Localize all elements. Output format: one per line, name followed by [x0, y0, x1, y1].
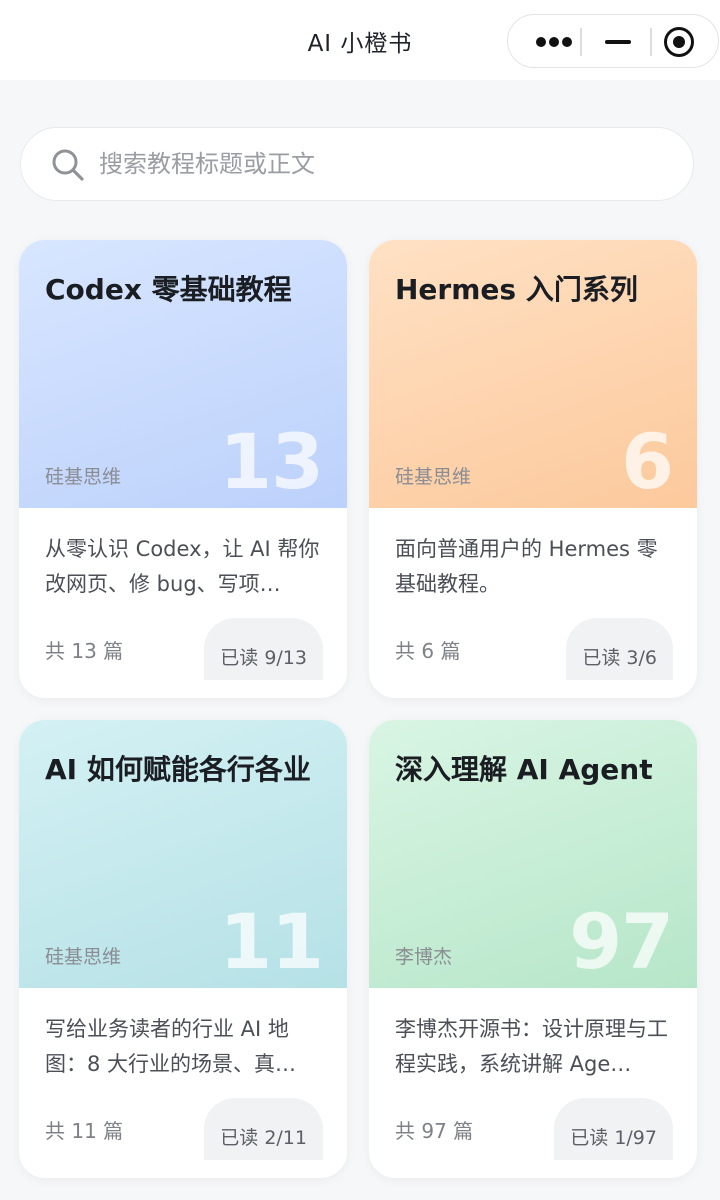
tutorial-card[interactable]: Hermes 入门系列 硅基思维 6 面向普通用户的 Hermes 零基础教程。…: [369, 240, 697, 698]
card-author: 硅基思维: [45, 466, 122, 488]
read-progress-badge: 已读 9/13: [204, 618, 323, 680]
search-bar[interactable]: [20, 127, 694, 201]
card-article-count: 共 13 篇: [45, 639, 124, 663]
tutorial-card[interactable]: AI 如何赋能各行各业 硅基思维 11 写给业务读者的行业 AI 地图：8 大行…: [19, 720, 347, 1178]
card-article-count: 共 6 篇: [395, 639, 461, 663]
card-title: 深入理解 AI Agent: [395, 753, 653, 786]
card-article-number: 97: [569, 897, 674, 986]
capsule-divider: [580, 28, 582, 56]
mini-program-capsule: [507, 14, 719, 68]
minimize-icon[interactable]: [596, 28, 640, 56]
card-title: Hermes 入门系列: [395, 273, 638, 306]
card-description: 李博杰开源书：设计原理与工程实践，系统讲解 Age…: [395, 1017, 668, 1076]
card-article-number: 6: [621, 417, 674, 506]
card-title: Codex 零基础教程: [45, 273, 292, 306]
read-progress-badge: 已读 1/97: [554, 1098, 673, 1160]
card-author: 李博杰: [395, 946, 453, 968]
card-article-count: 共 11 篇: [45, 1119, 124, 1143]
card-author: 硅基思维: [395, 466, 472, 488]
search-icon: [52, 149, 84, 181]
capsule-divider: [650, 28, 652, 56]
more-icon[interactable]: [526, 28, 582, 56]
card-description: 面向普通用户的 Hermes 零基础教程。: [395, 537, 658, 596]
card-article-count: 共 97 篇: [395, 1119, 474, 1143]
read-progress-badge: 已读 2/11: [204, 1098, 323, 1160]
search-input[interactable]: [99, 142, 659, 186]
tutorial-card[interactable]: Codex 零基础教程 硅基思维 13 从零认识 Codex，让 AI 帮你改网…: [19, 240, 347, 698]
card-article-number: 11: [219, 897, 324, 986]
close-icon[interactable]: [661, 25, 697, 59]
card-cover: Codex 零基础教程 硅基思维 13: [19, 240, 347, 508]
navigation-bar: AI 小橙书: [0, 0, 720, 80]
read-progress-badge: 已读 3/6: [566, 618, 673, 680]
card-cover: Hermes 入门系列 硅基思维 6: [369, 240, 697, 508]
card-title: AI 如何赋能各行各业: [45, 753, 311, 786]
card-article-number: 13: [219, 417, 324, 506]
card-description: 从零认识 Codex，让 AI 帮你改网页、修 bug、写项…: [45, 537, 320, 596]
card-author: 硅基思维: [45, 946, 122, 968]
card-cover: 深入理解 AI Agent 李博杰 97: [369, 720, 697, 988]
card-cover: AI 如何赋能各行各业 硅基思维 11: [19, 720, 347, 988]
tutorial-card[interactable]: 深入理解 AI Agent 李博杰 97 李博杰开源书：设计原理与工程实践，系统…: [369, 720, 697, 1178]
card-description: 写给业务读者的行业 AI 地图：8 大行业的场景、真…: [45, 1017, 297, 1076]
